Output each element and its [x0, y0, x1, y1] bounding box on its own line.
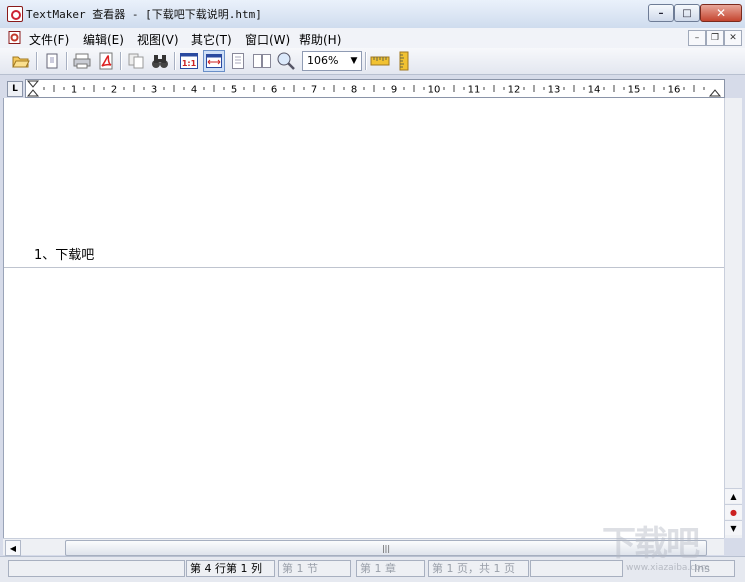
- document-icon[interactable]: [8, 31, 21, 44]
- print-button[interactable]: [72, 51, 92, 71]
- arrow-left-icon: ◀: [9, 543, 17, 553]
- menu-edit[interactable]: 编辑(E): [80, 30, 127, 49]
- watermark-url: www.xiazaiba.com: [626, 563, 710, 573]
- maximize-button[interactable]: □: [674, 4, 700, 22]
- ruler-label: 8: [351, 85, 357, 96]
- minimize-icon: –: [694, 33, 700, 43]
- arrow-down-icon: ▼: [730, 523, 737, 533]
- ruler-label: 6: [271, 85, 277, 96]
- menu-other[interactable]: 其它(T): [188, 30, 235, 49]
- scroll-up-button[interactable]: ▲: [725, 488, 742, 503]
- restore-icon: ❐: [710, 33, 720, 43]
- status-chapter: 第 1 章: [356, 560, 425, 577]
- full-page-icon: [232, 53, 244, 69]
- document-text[interactable]: 1、下载吧: [34, 244, 94, 263]
- magnifier-icon: [277, 52, 295, 70]
- title-bar[interactable]: TextMaker 查看器 - [下载吧下载说明.htm] – □ ✕: [0, 0, 745, 29]
- copy-button[interactable]: [126, 51, 146, 71]
- page-break-line: [4, 267, 724, 268]
- maximize-icon: □: [682, 7, 692, 19]
- printer-icon: [73, 53, 91, 69]
- doc-minimize-button[interactable]: –: [688, 30, 706, 46]
- window-title: TextMaker 查看器 - [下载吧下载说明.htm]: [26, 8, 262, 21]
- ruler-label: 2: [111, 85, 117, 96]
- export-pdf-button[interactable]: [96, 51, 116, 71]
- copy-icon: [128, 53, 144, 69]
- ruler-label: 7: [311, 85, 317, 96]
- app-icon[interactable]: [7, 6, 23, 22]
- minimize-icon: –: [658, 7, 664, 19]
- ruler-label: 12: [508, 85, 521, 96]
- watermark-logo: 下载吧: [602, 524, 700, 564]
- zoom-combobox[interactable]: 106% ▼: [302, 51, 362, 71]
- chevron-down-icon[interactable]: ▼: [347, 52, 361, 70]
- ruler-scale: 1 2 3 4 5 6 7 8 9 10 11 12 13 14 15 16: [26, 80, 722, 97]
- menu-view[interactable]: 视图(V): [134, 30, 182, 49]
- ruler-label: 16: [668, 85, 681, 96]
- arrow-up-icon: ▲: [730, 491, 737, 501]
- two-pages-button[interactable]: [252, 51, 272, 71]
- fit-width-button[interactable]: [203, 50, 225, 72]
- binoculars-icon: [152, 55, 168, 68]
- doc-restore-button[interactable]: ❐: [706, 30, 724, 46]
- scroll-left-button[interactable]: ◀: [5, 540, 21, 556]
- full-page-button[interactable]: [228, 51, 248, 71]
- ruler-label: 11: [468, 85, 481, 96]
- scroll-down-button[interactable]: ▼: [725, 520, 742, 535]
- close-icon: ✕: [715, 6, 727, 20]
- ruler-label: 13: [548, 85, 561, 96]
- find-button[interactable]: [150, 51, 170, 71]
- status-page: 第 1 页，共 1 页: [428, 560, 529, 577]
- status-section: 第 1 节: [278, 560, 351, 577]
- minimize-button[interactable]: –: [648, 4, 674, 22]
- ruler-label: 4: [191, 85, 197, 96]
- folder-open-icon: [12, 56, 30, 68]
- zoom-button[interactable]: [276, 51, 296, 71]
- ruler-icon: [370, 56, 390, 66]
- toolbar: 1:1 106% ▼: [0, 48, 745, 75]
- menu-window[interactable]: 窗口(W): [242, 30, 293, 49]
- ruler-label: 10: [428, 85, 441, 96]
- dot-icon: ●: [730, 507, 737, 517]
- ruler-label: 1: [71, 85, 77, 96]
- document-area[interactable]: 1、下载吧: [3, 98, 724, 538]
- fit-width-icon: [206, 54, 222, 68]
- tab-stop-selector[interactable]: L: [7, 81, 23, 97]
- ruler-row: L 1 2 3 4 5 6 7 8 9 10 11 12 13 14 15 16: [0, 76, 745, 98]
- browse-object-button[interactable]: ●: [725, 504, 742, 519]
- pdf-icon: [99, 52, 113, 70]
- menu-help[interactable]: 帮助(H): [296, 30, 344, 49]
- actual-size-icon: 1:1: [180, 53, 198, 69]
- ruler-label: 14: [588, 85, 601, 96]
- vertical-ruler-icon: [399, 51, 409, 71]
- two-pages-icon: [253, 54, 271, 68]
- page-icon: [46, 53, 58, 69]
- svg-text:1:1: 1:1: [182, 59, 197, 68]
- zoom-value: 106%: [307, 54, 339, 67]
- close-icon: ✕: [729, 33, 737, 43]
- indent-marker-icon[interactable]: [26, 80, 40, 97]
- open-button[interactable]: [11, 51, 31, 71]
- status-message: [8, 560, 185, 577]
- doc-close-button[interactable]: ✕: [724, 30, 742, 46]
- horizontal-ruler[interactable]: 1 2 3 4 5 6 7 8 9 10 11 12 13 14 15 16: [25, 79, 725, 98]
- grip-icon: |||: [381, 543, 391, 553]
- close-button[interactable]: ✕: [700, 4, 742, 22]
- horizontal-ruler-button[interactable]: [370, 51, 390, 71]
- ruler-label: 15: [628, 85, 641, 96]
- right-indent-marker-icon[interactable]: [708, 89, 722, 97]
- new-page-button[interactable]: [42, 51, 62, 71]
- vertical-scrollbar[interactable]: ▲ ● ▼: [724, 98, 742, 538]
- vertical-ruler-button[interactable]: [394, 51, 414, 71]
- ruler-label: 9: [391, 85, 397, 96]
- menu-bar: 文件(F) 编辑(E) 视图(V) 其它(T) 窗口(W) 帮助(H) – ❐ …: [0, 28, 745, 49]
- actual-size-button[interactable]: 1:1: [179, 51, 199, 71]
- menu-file[interactable]: 文件(F): [26, 30, 72, 49]
- ruler-label: 5: [231, 85, 237, 96]
- ruler-label: 3: [151, 85, 157, 96]
- status-position: 第 4 行第 1 列: [186, 560, 275, 577]
